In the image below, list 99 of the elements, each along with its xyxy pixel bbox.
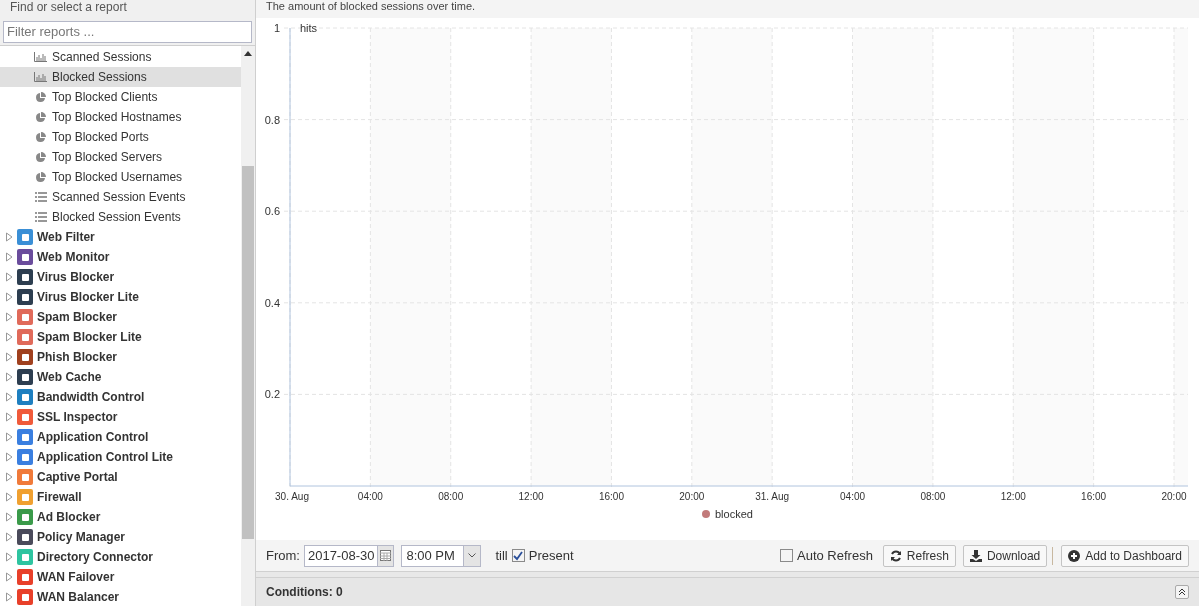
scroll-up-icon[interactable] — [244, 51, 252, 56]
caret-icon — [468, 553, 477, 558]
x-tick-label: 12:00 — [1000, 491, 1026, 502]
bar-chart-icon — [34, 72, 47, 82]
tree-item[interactable]: Web Monitor — [0, 247, 241, 267]
tree-item[interactable]: Application Control — [0, 427, 241, 447]
double-chevron-up-icon — [1178, 588, 1186, 596]
tree-item[interactable]: Captive Portal — [0, 467, 241, 487]
y-tick-label: 0.4 — [264, 296, 280, 309]
y-tick-label: 0.6 — [264, 205, 280, 218]
checkbox-label: Present — [528, 546, 574, 565]
tree-item[interactable]: Spam Blocker — [0, 307, 241, 327]
pie-chart-icon — [35, 151, 46, 163]
tree-item[interactable]: Web Cache — [0, 367, 241, 387]
tree-item[interactable]: WAN Failover — [0, 567, 241, 587]
expander-icon[interactable] — [5, 512, 13, 522]
tree-item[interactable]: Web Filter — [0, 227, 241, 247]
tree-item[interactable]: Ad Blocker — [0, 507, 241, 527]
tree-item[interactable]: Virus Blocker Lite — [0, 287, 241, 307]
tree-item[interactable]: Blocked Sessions — [0, 67, 241, 87]
tree-item[interactable]: Scanned Session Events — [0, 187, 241, 207]
expander-icon[interactable] — [5, 412, 13, 422]
download-icon — [969, 549, 982, 562]
tree-item[interactable]: Scanned Sessions — [0, 47, 241, 67]
x-tick-label: 08:00 — [438, 491, 464, 502]
x-tick-label: 31. Aug — [755, 491, 790, 502]
tree-item[interactable]: Spam Blocker Lite — [0, 327, 241, 347]
x-tick-label: 20:00 — [1161, 491, 1187, 502]
x-tick-label: 04:00 — [840, 491, 866, 502]
x-tick-label: 16:00 — [598, 491, 624, 502]
refresh-icon — [889, 549, 902, 562]
y-tick-label: 0.2 — [264, 388, 280, 401]
tree-item[interactable]: WAN Balancer — [0, 587, 241, 606]
scrollbar[interactable] — [241, 46, 255, 606]
bar-chart-icon — [34, 52, 47, 62]
x-tick-label: 08:00 — [920, 491, 946, 502]
y-tick-label: 1 — [273, 22, 280, 34]
expander-icon[interactable] — [5, 572, 13, 582]
expander-icon[interactable] — [5, 552, 13, 562]
expander-icon[interactable] — [5, 492, 13, 502]
tree-item[interactable]: Phish Blocker — [0, 347, 241, 367]
tree-item[interactable]: Firewall — [0, 487, 241, 507]
list-icon — [34, 212, 47, 222]
tree-item[interactable]: SSL Inspector — [0, 407, 241, 427]
tree-item[interactable]: Virus Blocker — [0, 267, 241, 287]
expander-icon[interactable] — [5, 332, 13, 342]
time-dropdown[interactable]: 8:00 PM — [401, 544, 482, 567]
tree-item[interactable]: Bandwidth Control — [0, 387, 241, 407]
expander-icon[interactable] — [5, 272, 13, 282]
expander-icon[interactable] — [5, 312, 13, 322]
till-label: till — [495, 546, 508, 565]
date-field[interactable]: 2017-08-30 — [303, 544, 395, 567]
pie-chart-icon — [35, 131, 46, 143]
checkbox-label: Auto Refresh — [797, 546, 873, 565]
tree-item[interactable]: Top Blocked Usernames — [0, 167, 241, 187]
calendar-icon[interactable] — [380, 550, 392, 561]
expander-icon[interactable] — [5, 232, 13, 242]
tree-item[interactable]: Policy Manager — [0, 527, 241, 547]
expander-icon[interactable] — [5, 392, 13, 402]
filter-field[interactable]: Filter reports ... — [3, 20, 252, 43]
expander-icon[interactable] — [5, 592, 13, 602]
report-description: The amount of blocked sessions over time. — [256, 0, 1199, 18]
present-checkbox[interactable] — [511, 549, 525, 562]
expander-icon[interactable] — [5, 372, 13, 382]
tree-item[interactable]: Blocked Session Events — [0, 207, 241, 227]
toolbar-button[interactable]: Refresh — [882, 544, 956, 567]
pie-chart-icon — [35, 91, 46, 103]
legend-label: blocked — [715, 508, 753, 520]
panel-title: Find or select a report — [9, 0, 128, 16]
expander-icon[interactable] — [5, 452, 13, 462]
expander-icon[interactable] — [5, 472, 13, 482]
x-tick-label: 04:00 — [357, 491, 383, 502]
expander-icon[interactable] — [5, 292, 13, 302]
auto-refresh-checkbox[interactable] — [780, 549, 793, 562]
tree-item[interactable]: Top Blocked Servers — [0, 147, 241, 167]
y-tick-label: 0.8 — [264, 113, 280, 126]
toolbar-button[interactable]: Download — [962, 544, 1048, 567]
x-tick-label: 16:00 — [1081, 491, 1107, 502]
pie-chart-icon — [35, 111, 46, 123]
conditions-title: Conditions: 0 — [266, 584, 344, 601]
y-axis-label: hits — [300, 22, 318, 34]
expander-icon[interactable] — [5, 252, 13, 262]
tree-item[interactable]: Top Blocked Hostnames — [0, 107, 241, 127]
tree-item[interactable]: Top Blocked Ports — [0, 127, 241, 147]
toolbar-button[interactable]: Add to Dashboard — [1061, 544, 1189, 567]
x-tick-label: 20:00 — [679, 491, 705, 502]
expand-button[interactable] — [1175, 585, 1189, 599]
pie-chart-icon — [35, 171, 46, 183]
plus-circle-icon — [1068, 549, 1081, 562]
list-icon — [34, 192, 47, 202]
x-tick-label: 12:00 — [518, 491, 544, 502]
tree-item[interactable]: Directory Connector — [0, 547, 241, 567]
from-label: From: — [266, 546, 300, 565]
expander-icon[interactable] — [5, 432, 13, 442]
expander-icon[interactable] — [5, 352, 13, 362]
expander-icon[interactable] — [5, 532, 13, 542]
tree-item[interactable]: Application Control Lite — [0, 447, 241, 467]
tree-item[interactable]: Top Blocked Clients — [0, 87, 241, 107]
x-tick-label: 30. Aug — [275, 491, 309, 502]
